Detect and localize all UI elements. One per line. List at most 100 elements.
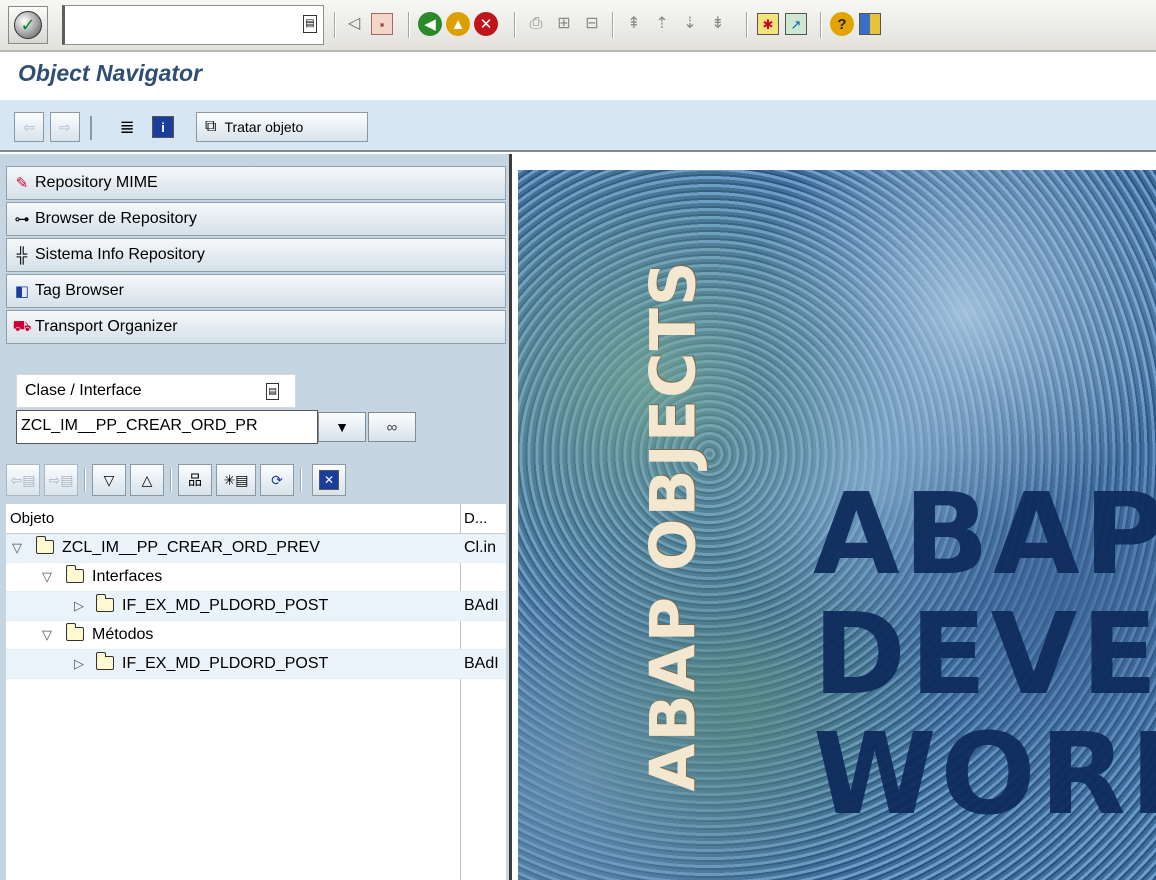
exit-button[interactable]: ▲ — [444, 10, 472, 38]
refresh-button[interactable]: ⟳ — [260, 464, 294, 496]
transport-organizer-button[interactable]: ⛟ Transport Organizer — [6, 310, 506, 344]
last-page-button[interactable]: ⇟ — [704, 10, 732, 38]
find-icon: ⊞ — [557, 15, 571, 32]
object-type-value: Clase / Interface — [25, 382, 142, 399]
tree-row[interactable]: ▷ IF_EX_MD_PLDORD_POST BAdI — [6, 592, 506, 621]
repository-browser-button[interactable]: ⊶ Browser de Repository — [6, 202, 506, 236]
find-button[interactable]: ⊞ — [550, 10, 578, 38]
save-button[interactable]: ▪ — [368, 10, 396, 38]
column-header-description[interactable]: D... — [464, 510, 487, 527]
next-object-button[interactable]: ⇨▤ — [44, 464, 78, 496]
tree-node-label: ZCL_IM__PP_CREAR_ORD_PREV — [62, 539, 320, 556]
print-button[interactable]: ⎙ — [522, 10, 550, 38]
mime-icon: ✎ — [15, 175, 29, 192]
other-object-button[interactable]: ≣ — [112, 112, 142, 142]
artwork-line-3: WORK — [813, 710, 1156, 840]
toolbar-separator — [746, 12, 748, 38]
object-list-button[interactable]: 品 — [178, 464, 212, 496]
print-icon: ⎙ — [529, 15, 543, 32]
toolbar-separator — [408, 12, 410, 38]
collapsed-triangle-icon[interactable]: ▷ — [74, 598, 84, 614]
last-page-icon: ⇟ — [711, 15, 725, 32]
collapse-icon: △ — [141, 471, 153, 488]
help-icon: ? — [830, 12, 854, 36]
open-folder-icon — [66, 623, 84, 641]
first-page-button[interactable]: ⇞ — [620, 10, 648, 38]
artwork-pane: ABAP OBJECTS ABAP DEVEL WORK — [515, 154, 1156, 880]
find-next-button[interactable]: ⊟ — [578, 10, 606, 38]
first-page-icon: ⇞ — [627, 15, 641, 32]
display-info-button[interactable]: i — [148, 112, 178, 142]
column-header-object[interactable]: Objeto — [10, 510, 54, 527]
tree-row[interactable]: ▽ Métodos — [6, 621, 506, 650]
toolbar-separator — [170, 468, 172, 492]
exit-icon: ▲ — [446, 12, 470, 36]
abap-objects-artwork: ABAP OBJECTS ABAP DEVEL WORK — [518, 170, 1156, 880]
info-icon: i — [152, 116, 174, 138]
application-toolbar: ⇦ ⇨ ≣ i ⧉ Tratar objeto — [0, 100, 1156, 152]
object-tree: Objeto D... ▽ ZCL_IM__PP_CREAR_ORD_PREV … — [6, 504, 506, 880]
tree-node-label: IF_EX_MD_PLDORD_POST — [122, 655, 329, 672]
next-page-button[interactable]: ⇣ — [676, 10, 704, 38]
triangle-left-icon[interactable]: ◁ — [340, 10, 368, 38]
collapse-button[interactable]: △ — [130, 464, 164, 496]
toolbar-separator — [84, 468, 86, 492]
forward-navigation-button[interactable]: ⇨ — [50, 112, 80, 142]
system-toolbar: ✓ ▤ ◁ ▪ ◀ ▲ ✕ ⎙ ⊞ ⊟ ⇞ ⇡ ⇣ ⇟ ✱ ↗ ? — [0, 0, 1156, 52]
new-object-icon: ✳▤ — [223, 471, 249, 488]
save-icon: ▪ — [371, 13, 393, 35]
arrow-left-icon: ⇦ — [23, 118, 35, 135]
tag-browser-label: Tag Browser — [35, 282, 124, 299]
previous-page-button[interactable]: ⇡ — [648, 10, 676, 38]
command-field[interactable]: ▤ — [62, 5, 324, 45]
repository-info-system-label: Sistema Info Repository — [35, 246, 205, 263]
expanded-triangle-icon[interactable]: ▽ — [12, 540, 22, 556]
tree-node-label: IF_EX_MD_PLDORD_POST — [122, 597, 329, 614]
tree-header: Objeto D... — [6, 504, 506, 534]
toolbar-separator — [90, 116, 92, 140]
toolbar-separator — [300, 468, 302, 492]
page-title: Object Navigator — [18, 60, 203, 86]
tree-row[interactable]: ▽ ZCL_IM__PP_CREAR_ORD_PREV Cl.in — [6, 534, 506, 563]
previous-object-button[interactable]: ⇦▤ — [6, 464, 40, 496]
expanded-triangle-icon[interactable]: ▽ — [42, 569, 52, 585]
tree-row[interactable]: ▽ Interfaces — [6, 563, 506, 592]
tree-node-label: Interfaces — [92, 568, 163, 585]
tag-icon: ◧ — [14, 283, 30, 300]
shortcut-button[interactable]: ↗ — [782, 10, 810, 38]
object-type-select[interactable]: Clase / Interface ▤ — [16, 374, 296, 408]
repository-info-system-button[interactable]: ╬ Sistema Info Repository — [6, 238, 506, 272]
object-name-input[interactable]: ZCL_IM__PP_CREAR_ORD_PR — [16, 410, 318, 444]
new-object-button[interactable]: ✳▤ — [216, 464, 256, 496]
tree-row[interactable]: ▷ IF_EX_MD_PLDORD_POST BAdI — [6, 650, 506, 679]
new-session-button[interactable]: ✱ — [754, 10, 782, 38]
command-history-icon[interactable]: ▤ — [303, 15, 317, 33]
cancel-icon: ✕ — [474, 12, 498, 36]
tree-toolbar: ⇦▤ ⇨▤ ▽ △ 品 ✳▤ ⟳ ✕ — [6, 462, 506, 498]
object-name-dropdown-button[interactable]: ▼ — [318, 412, 366, 442]
next-object-icon: ⇨▤ — [48, 471, 74, 488]
enter-button[interactable]: ✓ — [8, 6, 48, 44]
edit-object-button[interactable]: ⧉ Tratar objeto — [196, 112, 368, 142]
tag-browser-button[interactable]: ◧ Tag Browser — [6, 274, 506, 308]
transport-organizer-label: Transport Organizer — [35, 318, 178, 335]
back-navigation-button[interactable]: ⇦ — [14, 112, 44, 142]
shortcut-icon: ↗ — [785, 13, 807, 35]
folder-icon — [96, 652, 114, 670]
repository-mime-button[interactable]: ✎ Repository MIME — [6, 166, 506, 200]
close-tree-button[interactable]: ✕ — [312, 464, 346, 496]
refresh-icon: ⟳ — [271, 471, 283, 488]
cancel-button[interactable]: ✕ — [472, 10, 500, 38]
toolbar-separator — [514, 12, 516, 38]
display-object-button[interactable]: ∞ — [368, 412, 416, 442]
back-button[interactable]: ◀ — [416, 10, 444, 38]
expand-button[interactable]: ▽ — [92, 464, 126, 496]
object-name-value: ZCL_IM__PP_CREAR_ORD_PR — [21, 417, 258, 434]
help-button[interactable]: ? — [828, 10, 856, 38]
expanded-triangle-icon[interactable]: ▽ — [42, 627, 52, 643]
hierarchy-icon: ⊶ — [14, 211, 30, 228]
collapsed-triangle-icon[interactable]: ▷ — [74, 656, 84, 672]
back-icon: ◀ — [418, 12, 442, 36]
repository-browser-label: Browser de Repository — [35, 210, 197, 227]
layout-menu-button[interactable] — [856, 10, 884, 38]
